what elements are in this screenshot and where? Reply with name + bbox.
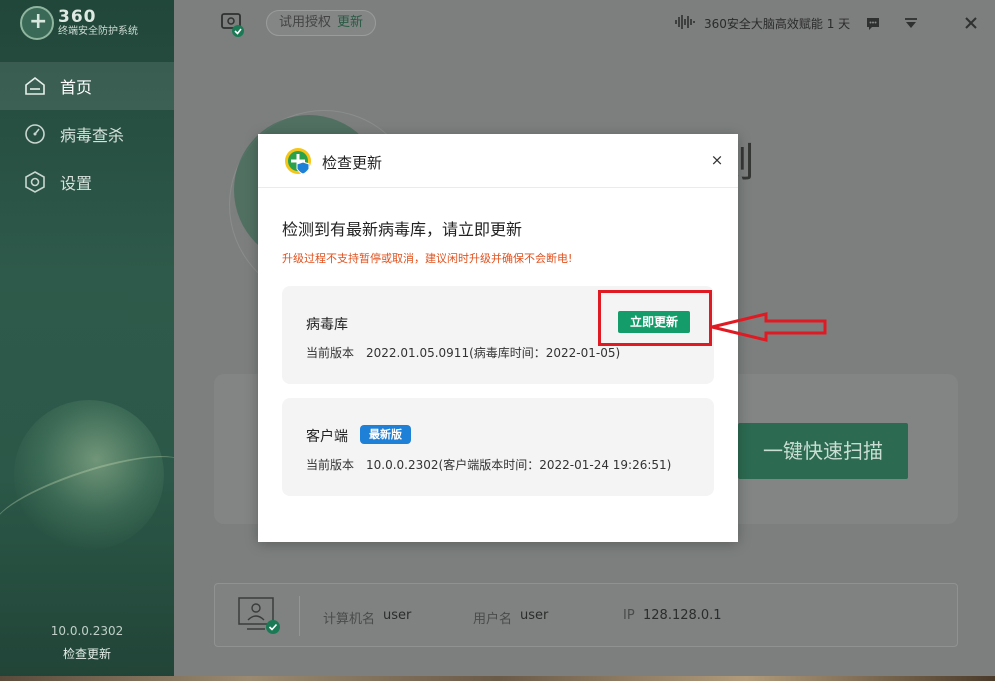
sidebar: 360 终端安全防护系统 首页 病毒查杀 设置 10.0.0.2302 检查更新 (0, 0, 193, 681)
trial-license-pill[interactable]: 试用授权 更新 (266, 10, 377, 36)
monitor-status-icon[interactable] (220, 12, 246, 42)
dialog-header: 检查更新 × (258, 134, 738, 188)
home-icon (24, 75, 46, 97)
client-name: 客户端 (306, 429, 348, 445)
update-warning: 升级过程不支持暂停或取消，建议闲时升级并确保不会断电! (282, 252, 573, 265)
app-logo: 360 终端安全防护系统 (20, 6, 138, 40)
trial-label: 试用授权 (279, 15, 332, 30)
sidebar-item-label: 首页 (60, 78, 93, 97)
sidebar-item-label: 病毒查杀 (60, 126, 125, 145)
desktop-strip (0, 676, 995, 681)
dialog-title: 检查更新 (322, 154, 383, 172)
version-value: 2022.01.05.0911(病毒库时间：2022-01-05) (366, 346, 621, 360)
sidebar-nav: 首页 病毒查杀 设置 (0, 62, 174, 206)
scan-icon (24, 123, 46, 145)
sidebar-item-settings[interactable]: 设置 (0, 158, 174, 206)
computer-name-label: 计算机名 (323, 612, 376, 627)
computer-user-icon (237, 596, 283, 640)
virus-db-version: 当前版本 2022.01.05.0911(病毒库时间：2022-01-05) (306, 344, 620, 361)
menu-dropdown-icon[interactable] (902, 14, 920, 32)
app-version: 10.0.0.2302 (50, 624, 124, 638)
info-divider (299, 596, 300, 636)
check-update-link[interactable]: 检查更新 (0, 645, 174, 662)
computer-name-value: user (383, 608, 412, 623)
ip-label: IP (623, 608, 635, 623)
version-value: 10.0.0.2302(客户端版本时间：2022-01-24 19:26:51) (366, 458, 672, 472)
device-info-bar: 计算机名 user 用户名 user IP 128.128.0.1 (214, 583, 958, 647)
logo-title: 360 (58, 6, 97, 27)
latest-version-badge: 最新版 (360, 425, 411, 444)
close-window-icon[interactable] (962, 14, 980, 32)
security-brain-status: 360安全大脑高效赋能 1 天 (674, 14, 850, 33)
dialog-close-icon[interactable]: × (710, 152, 724, 168)
top-bar: 试用授权 更新 360安全大脑高效赋能 1 天 (174, 0, 995, 46)
username-value: user (520, 608, 549, 623)
annotation-arrow-icon (711, 312, 827, 342)
sidebar-item-virus-scan[interactable]: 病毒查杀 (0, 110, 174, 158)
version-label: 当前版本 (306, 346, 355, 360)
version-label: 当前版本 (306, 458, 355, 472)
sidebar-item-label: 设置 (60, 174, 93, 193)
update-headline: 检测到有最新病毒库，请立即更新 (282, 220, 523, 239)
virus-db-name: 病毒库 (306, 317, 348, 333)
ip-value: 128.128.0.1 (643, 608, 722, 623)
waveform-icon (674, 14, 696, 33)
trial-update-link[interactable]: 更新 (337, 15, 363, 30)
logo-subtitle: 终端安全防护系统 (58, 25, 138, 37)
settings-icon (24, 171, 46, 193)
logo-icon (20, 6, 54, 40)
annotation-highlight-box (598, 290, 712, 346)
brain-text: 360安全大脑高效赋能 1 天 (704, 17, 851, 31)
chat-icon[interactable] (864, 14, 882, 32)
client-version: 当前版本 10.0.0.2302(客户端版本时间：2022-01-24 19:26… (306, 456, 671, 473)
client-card: 客户端 最新版 当前版本 10.0.0.2302(客户端版本时间：2022-01-… (282, 398, 714, 496)
sidebar-item-home[interactable]: 首页 (0, 62, 174, 110)
360-logo-icon (284, 147, 312, 175)
username-label: 用户名 (473, 612, 513, 627)
quick-scan-button[interactable]: 一键快速扫描 (738, 423, 908, 479)
